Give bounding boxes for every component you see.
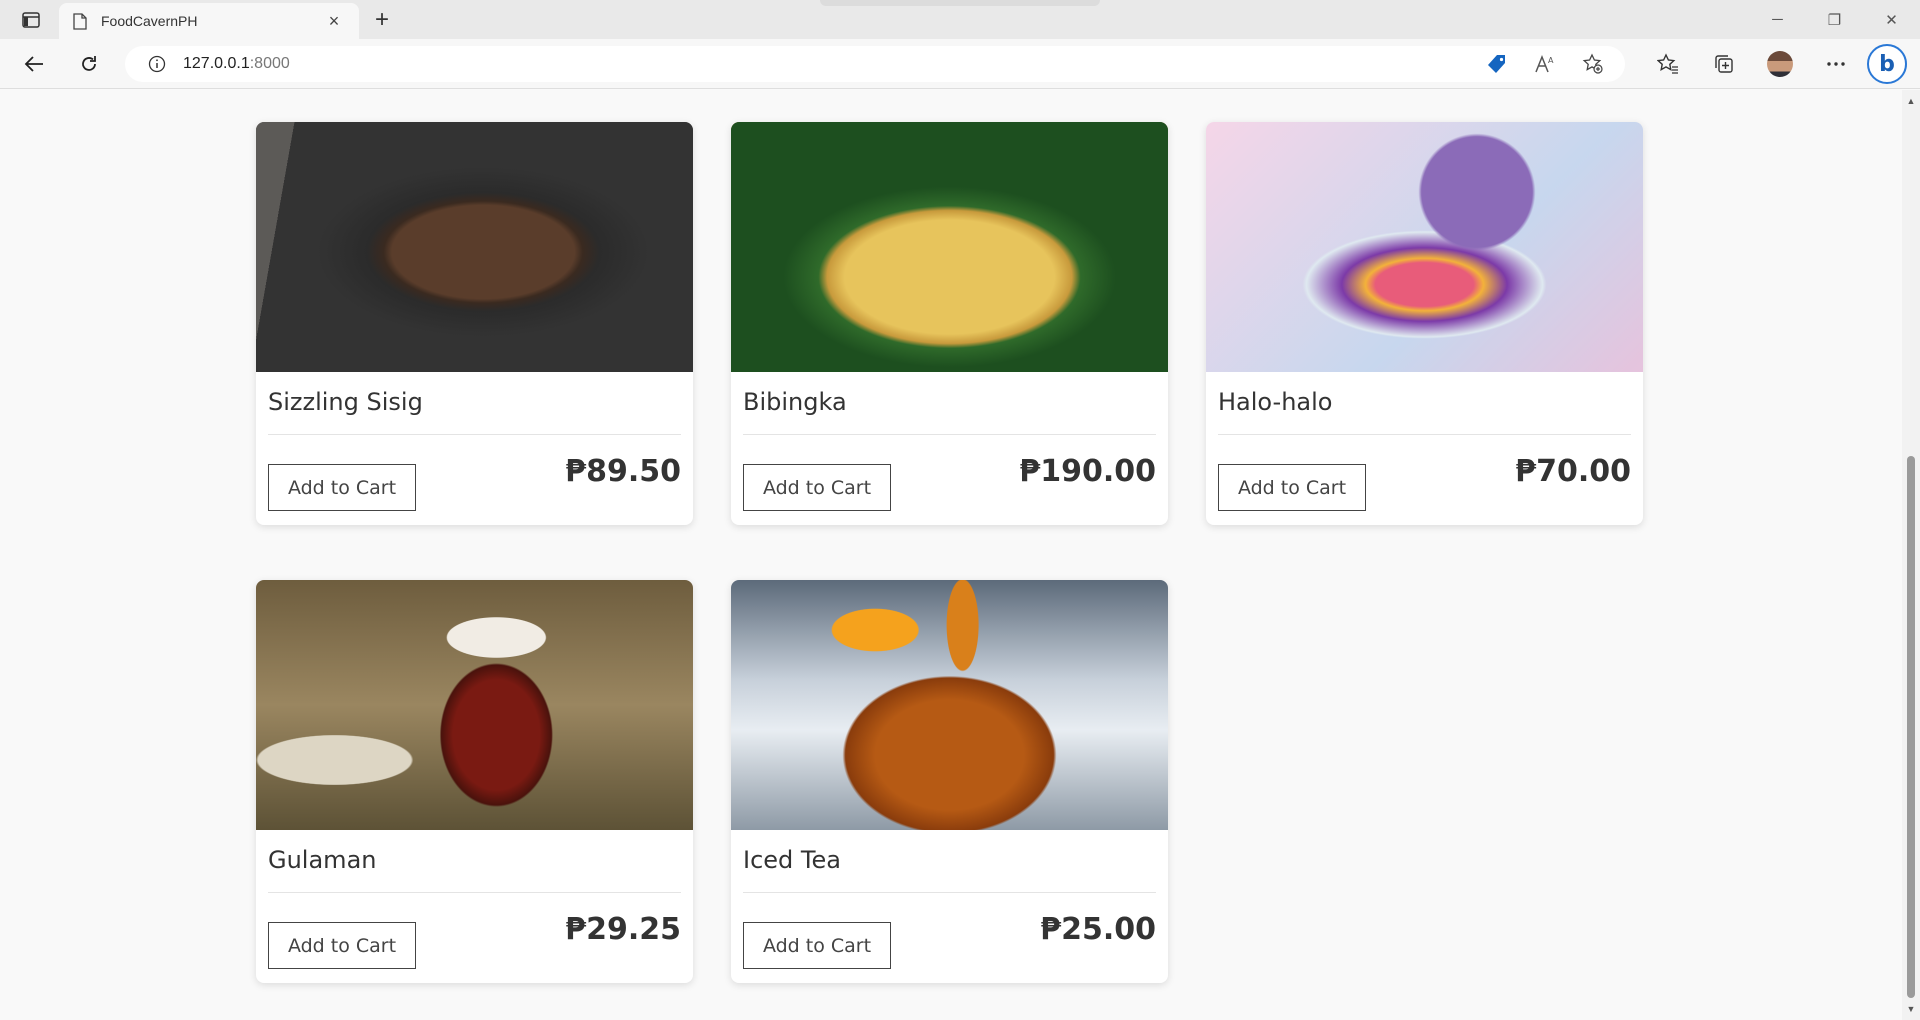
address-bar-actions: A (1483, 46, 1607, 82)
shopping-tag-icon[interactable] (1483, 50, 1511, 78)
avatar (1767, 51, 1793, 77)
close-tab-icon[interactable]: × (323, 10, 345, 32)
tab-strip-handle (820, 0, 1100, 6)
browser-toolbar: 127.0.0.1:8000 A b (0, 39, 1920, 89)
page-scrollbar[interactable]: ▲ ▼ (1902, 90, 1920, 1020)
product-price: ₱70.00 (1515, 454, 1631, 489)
restore-icon[interactable]: ❐ (1806, 0, 1863, 39)
iced-tea-image (731, 580, 1168, 830)
scrollbar-thumb[interactable] (1907, 456, 1915, 998)
collections-icon[interactable] (1696, 47, 1752, 81)
gulaman-image (256, 580, 693, 830)
page-viewport: Sizzling Sisig Add to Cart ₱89.50 Bibing… (0, 90, 1902, 1020)
add-to-cart-button[interactable]: Add to Cart (268, 464, 416, 511)
url-host: 127.0.0.1 (183, 55, 250, 72)
address-bar[interactable]: 127.0.0.1:8000 A (125, 46, 1625, 82)
window-controls: ─ ❐ ✕ (1749, 0, 1920, 39)
toolbar-right (1640, 47, 1864, 81)
url-port: :8000 (249, 55, 290, 72)
bibingka-image (731, 122, 1168, 372)
halo-halo-image (1206, 122, 1643, 372)
divider (743, 434, 1156, 435)
divider (1218, 434, 1631, 435)
sizzling-sisig-image (256, 122, 693, 372)
product-name: Iced Tea (743, 846, 841, 874)
product-card: Halo-halo Add to Cart ₱70.00 (1206, 122, 1643, 525)
browser-tab[interactable]: FoodCavernPH × (59, 3, 359, 39)
product-card: Bibingka Add to Cart ₱190.00 (731, 122, 1168, 525)
product-price: ₱190.00 (1019, 454, 1156, 489)
tab-title: FoodCavernPH (101, 13, 198, 29)
product-card: Iced Tea Add to Cart ₱25.00 (731, 580, 1168, 983)
add-to-cart-button[interactable]: Add to Cart (743, 464, 891, 511)
back-icon[interactable] (17, 47, 51, 81)
add-to-cart-button[interactable]: Add to Cart (1218, 464, 1366, 511)
page-icon (73, 12, 89, 30)
product-name: Bibingka (743, 388, 847, 416)
product-name: Halo-halo (1218, 388, 1333, 416)
divider (268, 892, 681, 893)
product-price: ₱29.25 (565, 912, 681, 947)
site-info-icon[interactable] (147, 54, 167, 74)
close-window-icon[interactable]: ✕ (1863, 0, 1920, 39)
new-tab-button[interactable]: + (368, 6, 396, 34)
product-name: Sizzling Sisig (268, 388, 423, 416)
read-aloud-icon[interactable]: A (1531, 50, 1559, 78)
add-to-cart-button[interactable]: Add to Cart (743, 922, 891, 969)
scroll-down-arrow-icon[interactable]: ▼ (1906, 1004, 1916, 1014)
url-text: 127.0.0.1:8000 (183, 55, 290, 73)
divider (743, 892, 1156, 893)
more-menu-icon[interactable] (1808, 47, 1864, 81)
browser-tab-bar: FoodCavernPH × + ─ ❐ ✕ (0, 0, 1920, 39)
product-name: Gulaman (268, 846, 377, 874)
minimize-icon[interactable]: ─ (1749, 0, 1806, 39)
profile-avatar[interactable] (1752, 47, 1808, 81)
bing-copilot-icon[interactable]: b (1867, 44, 1907, 84)
product-card: Gulaman Add to Cart ₱29.25 (256, 580, 693, 983)
scroll-up-arrow-icon[interactable]: ▲ (1906, 96, 1916, 106)
svg-text:A: A (1548, 56, 1554, 65)
favorites-icon[interactable] (1640, 47, 1696, 81)
add-to-cart-button[interactable]: Add to Cart (268, 922, 416, 969)
product-card: Sizzling Sisig Add to Cart ₱89.50 (256, 122, 693, 525)
tab-actions-icon[interactable] (14, 9, 48, 31)
product-price: ₱89.50 (565, 454, 681, 489)
reload-icon[interactable] (72, 47, 106, 81)
divider (268, 434, 681, 435)
product-price: ₱25.00 (1040, 912, 1156, 947)
add-favorite-icon[interactable] (1579, 50, 1607, 78)
